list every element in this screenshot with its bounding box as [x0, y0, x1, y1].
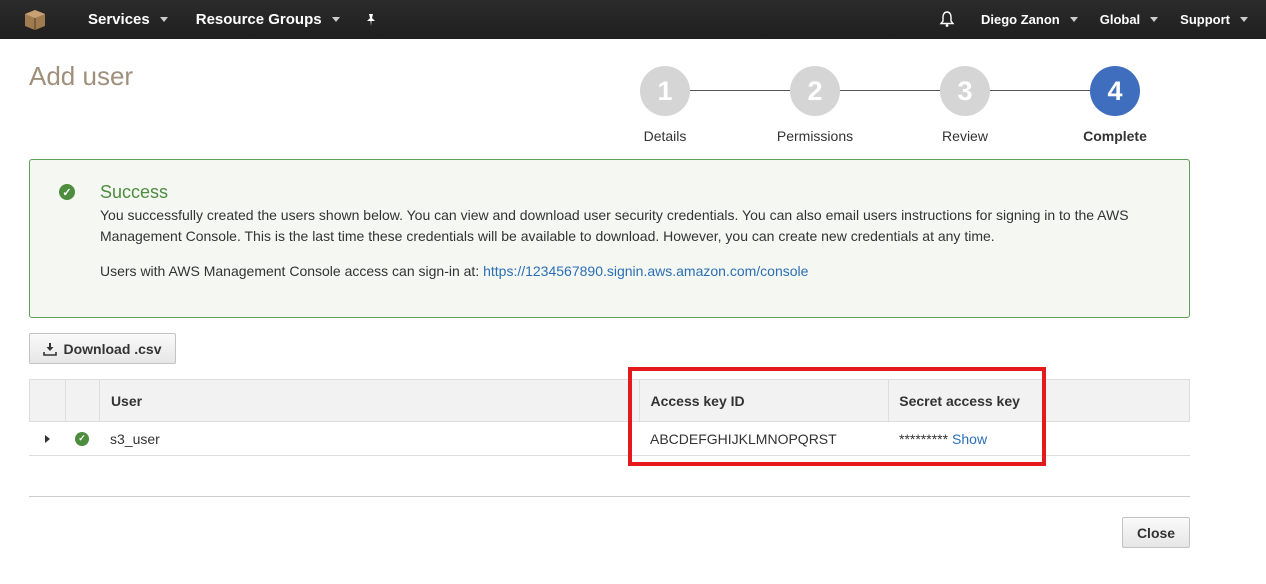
account-menu[interactable]: Diego Zanon [981, 12, 1078, 27]
divider [29, 496, 1190, 497]
aws-logo-icon[interactable] [0, 0, 70, 39]
account-name: Diego Zanon [981, 12, 1060, 27]
close-button[interactable]: Close [1122, 517, 1190, 548]
check-circle-icon: ✓ [59, 184, 75, 200]
support-label: Support [1180, 12, 1230, 27]
success-alert: ✓ Success You successfully created the u… [29, 159, 1190, 318]
chevron-down-icon [159, 17, 168, 22]
row-status: ✓ [65, 422, 99, 455]
step-complete: 4 Complete [1065, 66, 1165, 144]
support-menu[interactable]: Support [1180, 12, 1248, 27]
step-number: 4 [1090, 66, 1140, 116]
header-expand-col [30, 380, 66, 421]
top-navigation-bar: Services Resource Groups Diego Zanon Glo… [0, 0, 1266, 39]
chevron-down-icon [1240, 17, 1248, 22]
success-message: You successfully created the users shown… [100, 207, 1129, 244]
check-circle-icon: ✓ [75, 431, 89, 446]
step-label: Permissions [776, 128, 854, 144]
step-number: 3 [940, 66, 990, 116]
resource-groups-label: Resource Groups [195, 11, 322, 28]
success-heading: Success [100, 182, 169, 202]
step-permissions: 2 Permissions [765, 66, 865, 144]
download-csv-button[interactable]: Download .csv [29, 333, 176, 364]
download-icon [43, 342, 58, 356]
step-review: 3 Review [915, 66, 1015, 144]
header-user[interactable]: User [100, 380, 641, 421]
step-label: Details [643, 128, 687, 144]
pin-icon[interactable] [364, 13, 378, 27]
chevron-down-icon [1150, 17, 1159, 22]
resource-groups-menu[interactable]: Resource Groups [196, 11, 340, 28]
expand-row-button[interactable] [29, 422, 65, 455]
region-menu[interactable]: Global [1099, 12, 1159, 27]
right-navigation: Diego Zanon Global Support [939, 0, 1266, 39]
chevron-down-icon [1069, 17, 1078, 22]
cell-user: s3_user [110, 430, 160, 447]
caret-right-icon [44, 434, 50, 443]
services-menu[interactable]: Services [88, 11, 168, 28]
wizard-stepper: 1 Details 2 Permissions 3 Review 4 Compl… [615, 66, 1175, 156]
step-number: 2 [790, 66, 840, 116]
highlight-box [628, 367, 1046, 466]
bell-icon[interactable] [939, 11, 955, 28]
page-title: Add user [29, 61, 134, 91]
signin-info: Users with AWS Management Console access… [100, 263, 808, 279]
header-status-col [66, 380, 100, 421]
step-number: 1 [640, 66, 690, 116]
services-label: Services [88, 11, 150, 28]
region-label: Global [1099, 12, 1141, 27]
close-label: Close [1136, 524, 1176, 541]
download-label: Download .csv [63, 340, 162, 357]
step-details: 1 Details [615, 66, 715, 144]
signin-url-link[interactable]: https://1234567890.signin.aws.amazon.com… [483, 263, 808, 279]
chevron-down-icon [331, 17, 340, 22]
step-label: Complete [1083, 128, 1147, 144]
signin-prefix: Users with AWS Management Console access… [100, 263, 480, 279]
step-label: Review [942, 128, 988, 144]
